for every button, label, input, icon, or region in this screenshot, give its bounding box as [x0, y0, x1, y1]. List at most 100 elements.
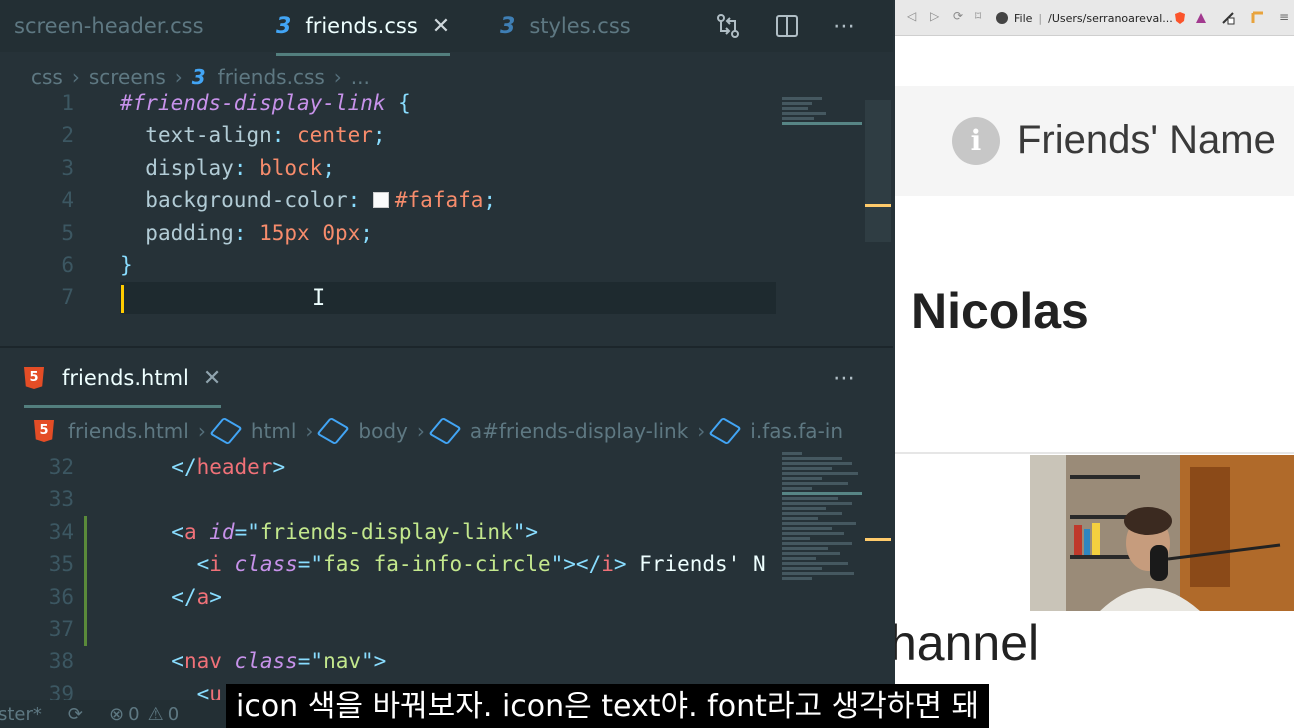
code-line[interactable]: 6}	[0, 249, 780, 281]
code-token: i	[601, 552, 614, 577]
back-icon[interactable]: ◁	[907, 9, 916, 23]
breadcrumb-item[interactable]: css	[31, 65, 63, 89]
code-line[interactable]: 3 display: block;	[0, 152, 780, 184]
code-token: class	[234, 649, 298, 674]
code-line[interactable]: 32 </header>	[0, 451, 780, 483]
brave-rewards-icon[interactable]	[1194, 10, 1208, 24]
scroll-position-marker	[865, 204, 891, 207]
code-token: i	[209, 552, 222, 577]
extension-icon[interactable]	[1221, 10, 1235, 25]
more-actions-icon[interactable]: ⋯	[826, 360, 862, 396]
code-token: {	[398, 91, 411, 115]
brave-shield-icon[interactable]	[1173, 10, 1187, 24]
breadcrumb-item[interactable]: friends.html	[68, 419, 189, 443]
close-tab-icon[interactable]: ✕	[203, 366, 221, 391]
webcam-overlay	[1030, 455, 1294, 611]
error-icon[interactable]: ⊗	[109, 704, 124, 725]
tab-friends-html[interactable]: 5 friends.html ✕	[24, 352, 222, 408]
code-line[interactable]: 4 background-color: #fafafa;	[0, 184, 780, 216]
line-number: 1	[61, 91, 74, 115]
code-token: </	[171, 584, 197, 609]
panel-divider[interactable]	[0, 346, 893, 348]
html-file-icon: 5	[34, 420, 54, 442]
breadcrumb-item[interactable]: ...	[351, 65, 370, 89]
forward-icon[interactable]: ▷	[930, 9, 939, 23]
code-line[interactable]: 37	[0, 613, 780, 645]
code-text: padding: 15px 0px;	[120, 217, 373, 249]
code-token: background-color	[145, 188, 348, 213]
code-line[interactable]: 35 <i class="fas fa-info-circle"></i> Fr…	[0, 548, 780, 580]
code-token: ">	[512, 519, 539, 544]
code-line[interactable]: 33	[0, 483, 780, 515]
code-token: Friends' N	[626, 552, 766, 577]
tab-styles-css[interactable]: 3 styles.css	[500, 0, 631, 52]
chevron-right-icon: ›	[174, 65, 183, 89]
code-token: class	[234, 552, 298, 577]
breadcrumb-item[interactable]: friends.css	[218, 65, 325, 89]
css-scrollbar[interactable]	[865, 100, 891, 242]
extension-icon[interactable]	[1251, 10, 1265, 24]
git-branch-label[interactable]: ster*	[0, 704, 42, 725]
html-minimap[interactable]	[782, 452, 864, 582]
breadcrumb-item[interactable]: i.fas.fa-in	[750, 419, 843, 443]
code-line[interactable]: 7	[0, 281, 780, 313]
code-line[interactable]: 2 text-align: center;	[0, 119, 780, 151]
chevron-right-icon: ›	[333, 65, 342, 89]
breadcrumb-item[interactable]: html	[251, 419, 297, 443]
element-cube-icon	[708, 416, 742, 446]
code-line[interactable]: 36 </a>	[0, 581, 780, 613]
close-tab-icon[interactable]: ✕	[432, 14, 450, 39]
tab-friends-css[interactable]: 3 friends.css ✕	[276, 0, 451, 56]
code-line[interactable]: 34 <a id="friends-display-link">	[0, 516, 780, 548]
chevron-right-icon: ›	[71, 65, 80, 89]
css-code-area[interactable]: 1 #friends-display-link {2 text-align: ce…	[0, 87, 780, 314]
friends-link-text[interactable]: Friends' Name	[1017, 118, 1276, 163]
css-minimap[interactable]	[782, 97, 864, 127]
code-token: ="	[297, 649, 324, 674]
profile-name-heading: Nicolas	[911, 283, 1089, 339]
sync-icon[interactable]: ⟳	[68, 704, 83, 725]
info-icon	[996, 12, 1008, 24]
breadcrumb-item[interactable]: body	[358, 419, 407, 443]
code-token: >	[209, 584, 222, 609]
split-editor-icon[interactable]	[769, 8, 805, 44]
code-line[interactable]: 5 padding: 15px 0px;	[0, 217, 780, 249]
code-token: :	[233, 155, 260, 180]
chevron-right-icon: ›	[197, 419, 206, 443]
reload-icon[interactable]: ⟳	[953, 9, 963, 23]
element-cube-icon	[428, 416, 462, 446]
bookmark-icon[interactable]: ⌑	[975, 9, 981, 23]
element-cube-icon	[316, 416, 351, 446]
code-text: </a>	[146, 581, 222, 613]
code-token: >	[272, 455, 286, 479]
code-line[interactable]: 38 <nav class="nav">	[0, 645, 780, 677]
line-number: 36	[48, 584, 74, 609]
breadcrumb-item[interactable]: screens	[89, 65, 166, 89]
line-number: 5	[61, 220, 74, 245]
code-token: "></	[550, 552, 602, 577]
code-token: center	[297, 123, 373, 148]
address-bar[interactable]: File | /Users/serranoareval...	[996, 7, 1173, 29]
video-subtitle: icon 색을 바꿔보자. icon은 text야. font라고 생각하면 돼	[226, 684, 990, 728]
html-code-area[interactable]: 32 </header> 33 34 <a id="friends-display-…	[0, 451, 780, 710]
color-swatch[interactable]	[372, 192, 389, 209]
code-line[interactable]: 1 #friends-display-link {	[0, 87, 780, 119]
more-actions-icon[interactable]: ⋯	[826, 8, 862, 44]
code-text: <i class="fas fa-info-circle"></i> Frien…	[146, 548, 766, 580]
code-token: nav	[183, 649, 222, 674]
chevron-right-icon: ›	[697, 419, 706, 443]
code-token: <	[196, 552, 210, 577]
separator: |	[1038, 11, 1043, 25]
code-token: display	[145, 155, 234, 180]
html-breadcrumb: 5 friends.html › html › body › a#friends…	[34, 414, 843, 448]
tab-screen-header-css[interactable]: screen-header.css	[14, 0, 204, 52]
code-text: </header>	[146, 451, 285, 483]
compare-changes-icon[interactable]	[710, 8, 746, 44]
menu-icon[interactable]: ≡	[1279, 10, 1293, 24]
warning-icon[interactable]: ⚠	[148, 704, 164, 725]
breadcrumb-item[interactable]: a#friends-display-link	[470, 419, 688, 443]
